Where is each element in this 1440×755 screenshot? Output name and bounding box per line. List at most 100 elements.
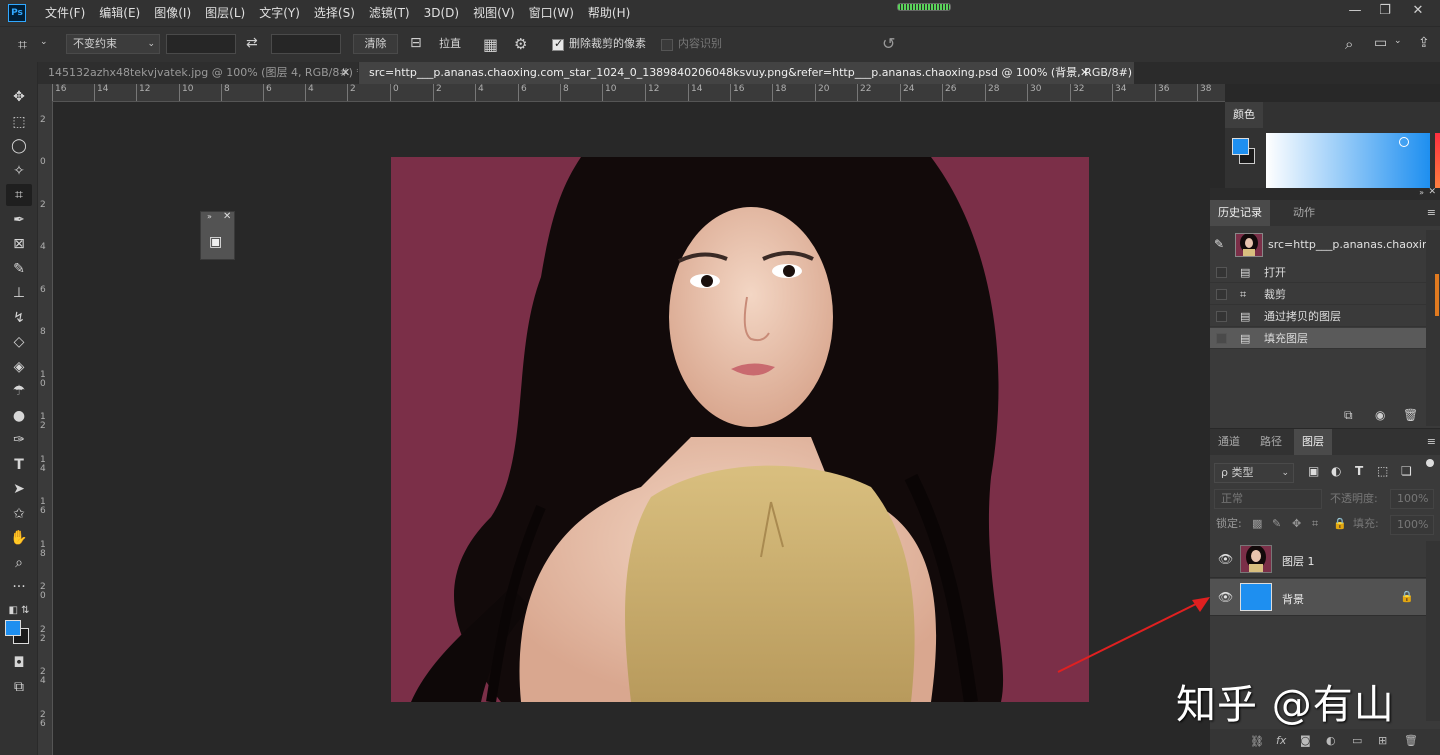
lock-transparent-icon[interactable]: ▩ xyxy=(1252,517,1262,530)
tab-paths[interactable]: 路径 xyxy=(1252,429,1290,455)
filter-type-icon[interactable]: T xyxy=(1355,464,1363,478)
collapse-icon[interactable]: » xyxy=(1419,188,1424,197)
camera-icon[interactable]: ◉ xyxy=(1375,408,1385,422)
search-icon[interactable]: ⌕ xyxy=(1345,35,1353,53)
menu-layer[interactable]: 图层(L) xyxy=(198,0,252,26)
layer-row-selected[interactable]: 👁 背景 🔒 xyxy=(1210,579,1426,616)
blend-mode-dropdown[interactable]: 正常 xyxy=(1214,489,1322,509)
minimize-button[interactable]: — xyxy=(1340,0,1370,22)
brush-tool-icon[interactable]: ✎ xyxy=(6,258,32,280)
close-icon[interactable]: ✕ xyxy=(1428,187,1436,197)
frame-tool-icon[interactable]: ⊠ xyxy=(6,233,32,255)
add-mask-icon[interactable]: ◙ xyxy=(1300,734,1311,747)
trash-icon[interactable]: 🗑 xyxy=(1403,408,1418,422)
new-layer-icon[interactable]: ⊞ xyxy=(1378,734,1387,747)
history-checkbox[interactable] xyxy=(1216,311,1227,322)
more-tools-icon[interactable]: ··· xyxy=(6,576,32,598)
lock-position-icon[interactable]: ✥ xyxy=(1292,517,1301,530)
scroll-thumb[interactable] xyxy=(1435,274,1439,316)
lock-image-icon[interactable]: ✎ xyxy=(1272,517,1281,530)
share-icon[interactable]: ⇪ xyxy=(1418,35,1430,51)
paint-bucket-tool-icon[interactable]: ◈ xyxy=(6,356,32,378)
quick-mask-icon[interactable]: ◘ xyxy=(6,652,32,674)
filter-smart-object-icon[interactable]: ❏ xyxy=(1401,464,1412,478)
hand-tool-icon[interactable]: ✋ xyxy=(6,527,32,549)
opacity-input[interactable]: 100% xyxy=(1390,489,1434,509)
filter-pixel-icon[interactable]: ▣ xyxy=(1308,464,1319,478)
link-layers-icon[interactable]: ⛓ xyxy=(1250,735,1264,748)
crop-width-input[interactable] xyxy=(166,34,236,54)
menu-window[interactable]: 窗口(W) xyxy=(522,0,581,26)
color-fg-swatch[interactable] xyxy=(1232,138,1249,155)
close-tab-icon[interactable]: ✕ xyxy=(341,62,350,84)
clear-button[interactable]: 清除 xyxy=(353,34,398,54)
tab-actions[interactable]: 动作 xyxy=(1285,200,1323,226)
lock-icon[interactable]: 🔒 xyxy=(1400,590,1414,603)
filter-toggle[interactable] xyxy=(1426,459,1434,467)
dodge-tool-icon[interactable]: ● xyxy=(6,405,32,427)
filter-adjustment-icon[interactable]: ◐ xyxy=(1331,464,1341,478)
history-item-current[interactable]: ▤ 填充图层 xyxy=(1210,328,1426,349)
history-item[interactable]: ▤ 通过拷贝的图层 xyxy=(1210,306,1426,327)
crop-height-input[interactable] xyxy=(271,34,341,54)
path-selection-tool-icon[interactable]: ➤ xyxy=(6,478,32,500)
history-snapshot[interactable]: ✎ src=http___p.ananas.chaoxin... xyxy=(1210,230,1439,260)
history-checkbox[interactable] xyxy=(1216,289,1227,300)
layer-filter-dropdown[interactable]: ρ 类型 ⌄ xyxy=(1214,463,1294,483)
history-checkbox[interactable] xyxy=(1216,267,1227,278)
delete-cropped-label[interactable]: 删除裁剪的像素 xyxy=(569,34,646,54)
default-colors-icon[interactable]: ◧ ⇅ xyxy=(6,600,32,622)
reset-icon[interactable]: ↺ xyxy=(882,34,895,53)
layers-scrollbar[interactable] xyxy=(1426,541,1440,721)
crop-ratio-dropdown[interactable]: 不变约束 ⌄ xyxy=(66,34,160,54)
history-checkbox[interactable] xyxy=(1216,333,1227,344)
visibility-eye-icon[interactable]: 👁 xyxy=(1218,552,1233,566)
layer-name[interactable]: 背景 xyxy=(1282,591,1304,607)
foreground-color-swatch[interactable] xyxy=(5,620,21,636)
shape-tool-icon[interactable]: ✩ xyxy=(6,503,32,525)
new-document-from-state-icon[interactable]: ⧉ xyxy=(1344,408,1353,423)
lasso-tool-icon[interactable]: ◯ xyxy=(6,135,32,157)
color-picker-handle[interactable] xyxy=(1399,137,1409,147)
content-aware-label[interactable]: 内容识别 xyxy=(678,34,722,54)
layer-name[interactable]: 图层 1 xyxy=(1282,553,1315,569)
trash-icon[interactable]: 🗑 xyxy=(1404,734,1418,747)
filter-shape-icon[interactable]: ⬚ xyxy=(1377,464,1388,478)
grid-overlay-icon[interactable]: ▦ xyxy=(483,35,498,54)
restore-button[interactable]: ❐ xyxy=(1370,0,1400,22)
eraser-tool-icon[interactable]: ◇ xyxy=(6,331,32,353)
menu-file[interactable]: 文件(F) xyxy=(38,0,92,26)
screen-mode-icon[interactable]: ⧉ xyxy=(6,676,32,698)
workspace-icon[interactable]: ▭ xyxy=(1374,35,1387,51)
panel-menu-icon[interactable]: ≡ xyxy=(1427,435,1436,448)
smudge-tool-icon[interactable]: ☂ xyxy=(6,380,32,402)
chevron-down-icon[interactable]: ⌄ xyxy=(1394,36,1402,46)
type-tool-icon[interactable]: T xyxy=(6,454,32,476)
document-tab-active[interactable]: src=http___p.ananas.chaoxing.com_star_10… xyxy=(359,62,1134,84)
menu-3d[interactable]: 3D(D) xyxy=(417,0,466,26)
adjustment-layer-icon[interactable]: ◐ xyxy=(1326,734,1336,747)
history-scrollbar[interactable] xyxy=(1426,230,1440,426)
new-group-icon[interactable]: ▭ xyxy=(1352,734,1362,747)
tab-color[interactable]: 颜色 xyxy=(1225,102,1263,128)
close-tab-icon[interactable]: ✕ xyxy=(1080,62,1089,84)
crop-tool-preset-icon[interactable]: ⌗ xyxy=(18,35,27,55)
stamp-tool-icon[interactable]: ⊥ xyxy=(6,282,32,304)
document-canvas[interactable] xyxy=(391,157,1089,702)
tab-layers[interactable]: 图层 xyxy=(1294,429,1332,455)
panel-menu-icon[interactable]: ≡ xyxy=(1427,206,1436,219)
eyedropper-tool-icon[interactable]: ✒ xyxy=(6,209,32,231)
menu-edit[interactable]: 编辑(E) xyxy=(92,0,147,26)
swap-dimensions-icon[interactable]: ⇄ xyxy=(246,35,258,51)
close-icon[interactable]: ✕ xyxy=(223,211,231,222)
magic-wand-tool-icon[interactable]: ✧ xyxy=(6,160,32,182)
lock-artboard-icon[interactable]: ⌗ xyxy=(1312,517,1318,531)
gear-icon[interactable]: ⚙ xyxy=(514,35,527,53)
straighten-icon[interactable]: ⊟ xyxy=(410,35,422,51)
straighten-label[interactable]: 拉直 xyxy=(439,34,461,54)
pen-tool-icon[interactable]: ✑ xyxy=(6,429,32,451)
history-brush-source-icon[interactable]: ✎ xyxy=(1214,237,1224,251)
move-tool-icon[interactable]: ✥ xyxy=(6,86,32,108)
3d-cube-icon[interactable]: ▣ xyxy=(209,234,222,250)
fx-icon[interactable]: fx xyxy=(1276,734,1286,747)
